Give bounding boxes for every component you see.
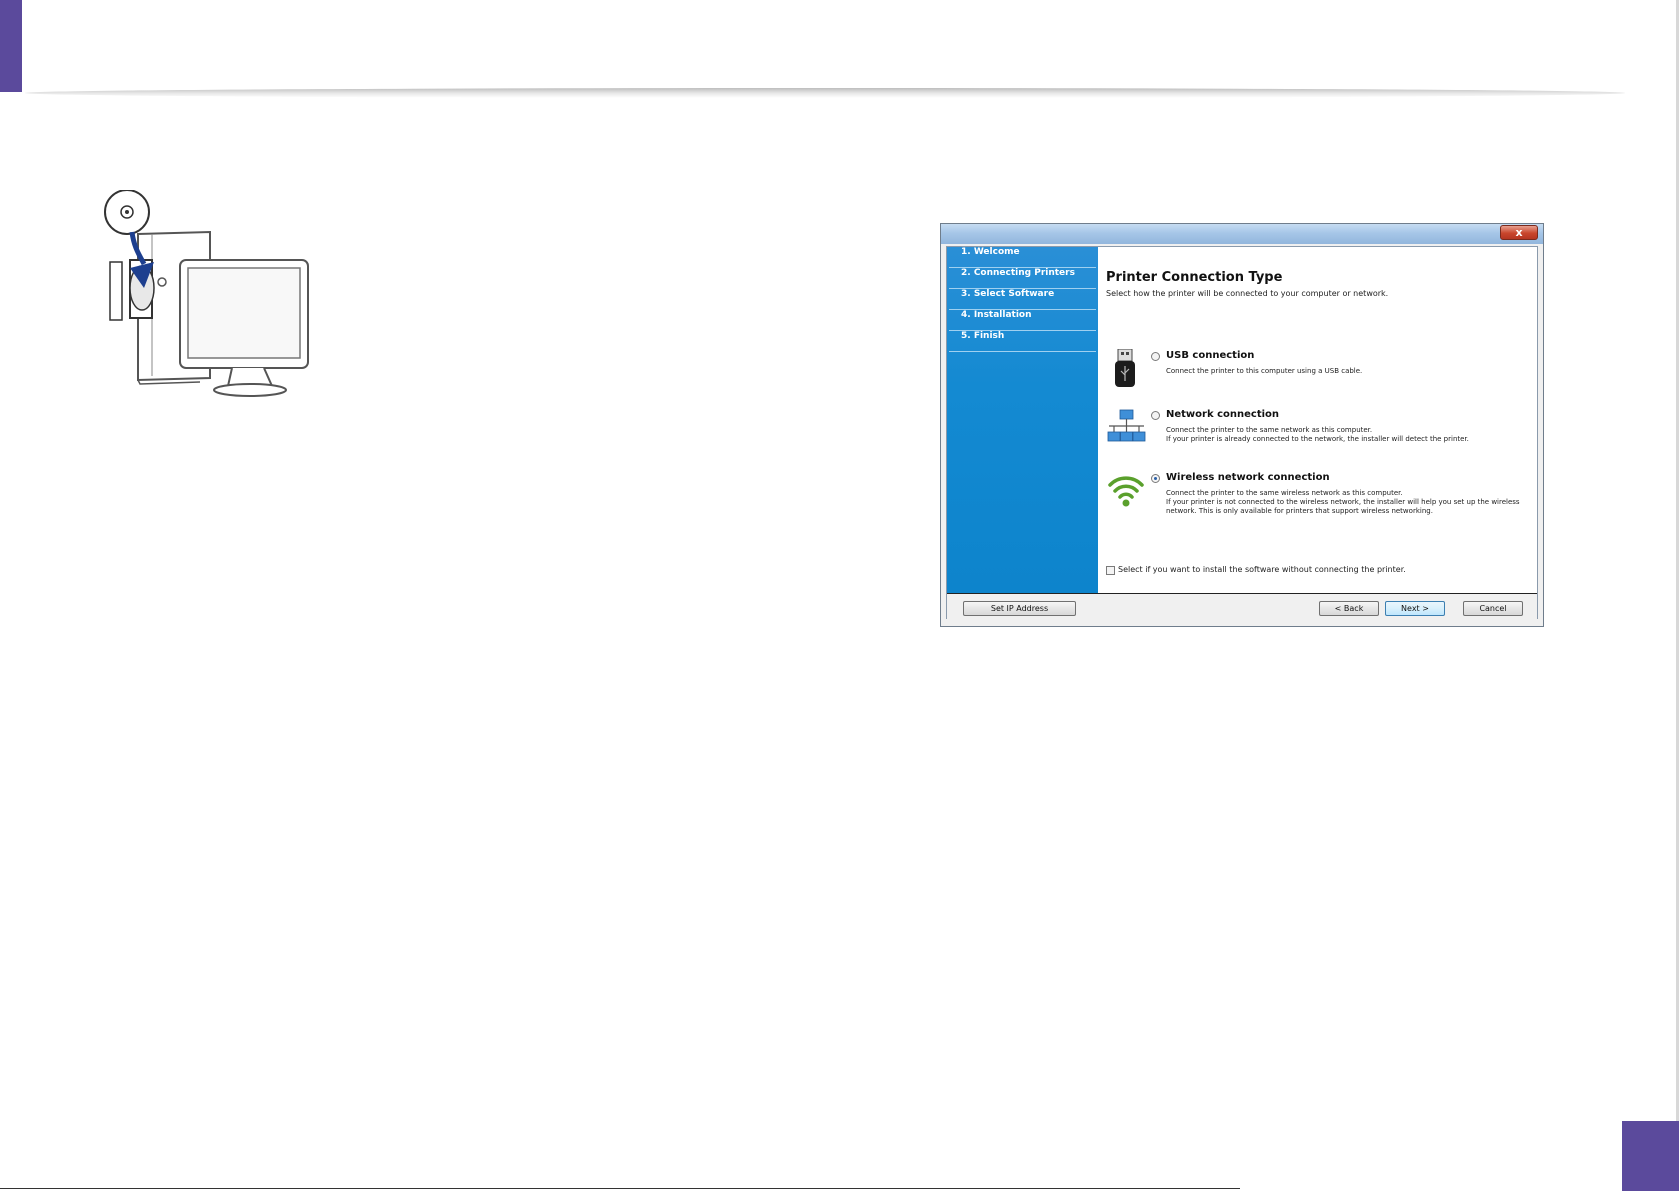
wireless-radio[interactable]: [1151, 474, 1160, 483]
page-number-badge: [1622, 1121, 1679, 1191]
no-connect-checkbox[interactable]: [1106, 566, 1115, 575]
footer-rule: [0, 1188, 1240, 1189]
dialog-footer: Set IP Address < Back Next > Cancel: [947, 593, 1537, 619]
wifi-icon: [1108, 476, 1144, 507]
dialog-titlebar: x: [941, 224, 1543, 244]
no-connect-label: Select if you want to install the softwa…: [1118, 565, 1406, 574]
insert-cd-illustration: [104, 190, 309, 397]
network-icon: [1107, 409, 1146, 442]
option-wireless[interactable]: Wireless network connection Connect the …: [1106, 471, 1526, 531]
step-connecting-printers: 2. Connecting Printers: [949, 268, 1096, 289]
option-network[interactable]: Network connection Connect the printer t…: [1106, 408, 1526, 468]
usb-radio[interactable]: [1151, 352, 1160, 361]
next-button[interactable]: Next >: [1385, 601, 1445, 616]
usb-description: Connect the printer to this computer usi…: [1166, 367, 1363, 375]
installer-dialog: x 1. Welcome 2. Connecting Printers 3. S…: [940, 223, 1544, 627]
network-label: Network connection: [1166, 409, 1280, 420]
set-ip-address-button[interactable]: Set IP Address: [963, 601, 1076, 616]
usb-icon: [1115, 349, 1135, 387]
wireless-label: Wireless network connection: [1166, 472, 1330, 483]
close-button[interactable]: x: [1500, 225, 1538, 240]
step-select-software: 3. Select Software: [949, 289, 1096, 310]
page-corner-tab: [0, 0, 22, 92]
back-button[interactable]: < Back: [1319, 601, 1379, 616]
option-usb[interactable]: USB connection Connect the printer to th…: [1106, 349, 1526, 409]
step-installation: 4. Installation: [949, 310, 1096, 331]
dialog-subtitle: Select how the printer will be connected…: [1106, 289, 1389, 298]
network-radio[interactable]: [1151, 411, 1160, 420]
usb-label: USB connection: [1166, 350, 1255, 361]
cancel-button[interactable]: Cancel: [1463, 601, 1523, 616]
header-rule: [25, 88, 1625, 98]
dialog-body: 1. Welcome 2. Connecting Printers 3. Sel…: [946, 246, 1538, 619]
network-description: Connect the printer to the same network …: [1166, 426, 1469, 443]
step-welcome: 1. Welcome: [949, 247, 1096, 268]
wireless-description: Connect the printer to the same wireless…: [1166, 489, 1520, 515]
steps-sidebar: 1. Welcome 2. Connecting Printers 3. Sel…: [947, 247, 1098, 593]
step-finish: 5. Finish: [949, 331, 1096, 352]
dialog-title: Printer Connection Type: [1106, 270, 1283, 285]
content-panel: Printer Connection Type Select how the p…: [1098, 247, 1537, 593]
steps-list: 1. Welcome 2. Connecting Printers 3. Sel…: [947, 247, 1098, 352]
